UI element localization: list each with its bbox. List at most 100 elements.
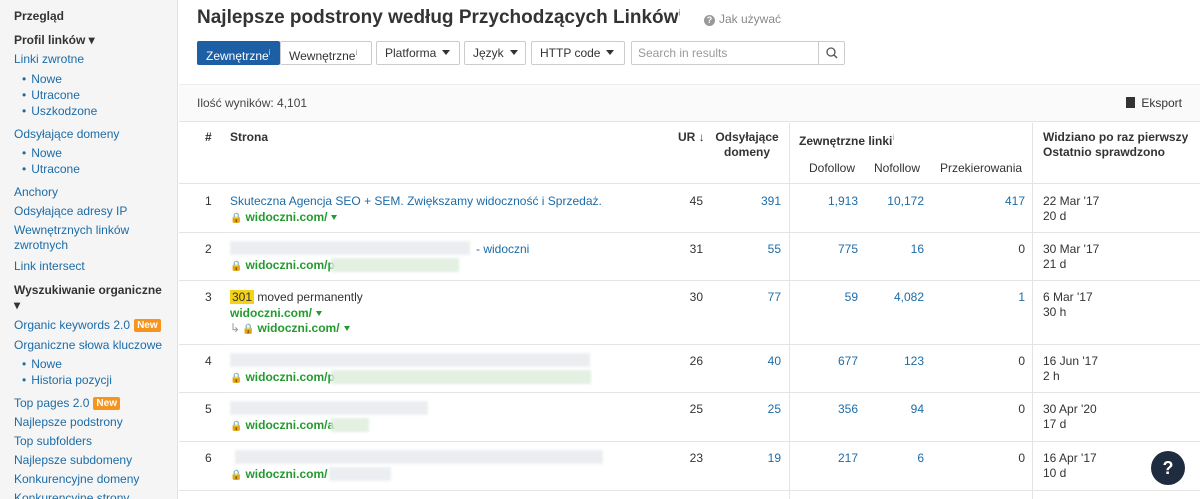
col-header-nofollow[interactable]: Nofollow bbox=[874, 161, 920, 175]
sidebar-item-label: Organic keywords 2.0 bbox=[14, 318, 131, 332]
last-checked: 21 d bbox=[1043, 257, 1067, 271]
page-url-link[interactable]: 🔒 widoczni.com/ bbox=[230, 210, 338, 226]
sidebar-item-overview[interactable]: Przegląd bbox=[14, 9, 64, 24]
redacted-url bbox=[331, 370, 591, 384]
dofollow-link[interactable]: 677 bbox=[799, 354, 858, 369]
caret-down-icon bbox=[442, 50, 451, 55]
page-title-link[interactable]: Skuteczna Agencja SEO + SEM. Zwiększamy … bbox=[230, 194, 602, 209]
dofollow-link[interactable]: 1,913 bbox=[799, 194, 858, 209]
page-url-text: widoczni.com/p bbox=[245, 258, 335, 272]
filter-internal-button[interactable]: Wewnętrznei bbox=[280, 41, 372, 65]
sidebar-item-label: Top pages 2.0 bbox=[14, 396, 90, 410]
filter-http-code-label: HTTP code bbox=[540, 46, 601, 60]
nofollow-link[interactable]: 94 bbox=[863, 402, 924, 417]
filter-http-code-dropdown[interactable]: HTTP code bbox=[531, 41, 625, 65]
col-header-ref-domains-line2: domeny bbox=[723, 145, 770, 159]
filter-platform-dropdown[interactable]: Platforma bbox=[376, 41, 460, 65]
ref-domains-link[interactable]: 40 bbox=[719, 354, 781, 369]
col-header-external-links-label: Zewnętrzne linki bbox=[799, 134, 893, 148]
help-chat-button[interactable]: ? bbox=[1151, 451, 1185, 485]
sidebar-item-organic-new[interactable]: Nowe bbox=[22, 357, 62, 372]
dofollow-link[interactable]: 356 bbox=[799, 402, 858, 417]
sidebar-item-top-pages[interactable]: Najlepsze podstrony bbox=[14, 415, 123, 430]
page-url-link[interactable]: 🔒 widoczni.com/a bbox=[230, 418, 334, 434]
col-header-ref-domains-line1: Odsyłające bbox=[715, 130, 779, 144]
redirect-target-link[interactable]: ↳ 🔒 widoczni.com/ bbox=[230, 321, 350, 337]
nofollow-link[interactable]: 10,172 bbox=[863, 194, 924, 209]
sidebar-item-backlinks[interactable]: Linki zwrotne bbox=[14, 52, 84, 67]
sidebar-item-organic-keywords[interactable]: Organiczne słowa kluczowe bbox=[14, 338, 162, 353]
ref-domains-link[interactable]: 77 bbox=[719, 290, 781, 305]
redirects-link[interactable]: 417 bbox=[939, 194, 1025, 209]
ref-domains-link[interactable]: 391 bbox=[719, 194, 781, 209]
how-to-use-link[interactable]: ? Jak używać bbox=[704, 12, 781, 26]
row-divider bbox=[179, 232, 1200, 233]
dofollow-link[interactable]: 59 bbox=[799, 290, 858, 305]
sidebar-item-ref-ips[interactable]: Odsyłające adresy IP bbox=[14, 204, 127, 219]
lock-icon: 🔒 bbox=[230, 213, 243, 224]
redacted-title bbox=[230, 353, 590, 367]
col-header-redirects[interactable]: Przekierowania bbox=[940, 161, 1022, 175]
info-icon: i bbox=[268, 48, 271, 57]
redirects-link[interactable]: 1 bbox=[939, 290, 1025, 305]
results-bar: Ilość wyników: 4,101 Eksport bbox=[179, 84, 1200, 122]
sidebar-item-ref-domains-new[interactable]: Nowe bbox=[22, 146, 62, 161]
col-header-ref-domains[interactable]: Odsyłające domeny bbox=[713, 130, 781, 160]
nofollow-link[interactable]: 123 bbox=[863, 354, 924, 369]
page-url-link[interactable]: 🔒 widoczni.com/p bbox=[230, 370, 335, 386]
nofollow-link[interactable]: 4,082 bbox=[863, 290, 924, 305]
sidebar-item-backlinks-lost[interactable]: Utracone bbox=[22, 88, 80, 103]
sidebar-section-backlink-profile[interactable]: Profil linków ▾ bbox=[14, 33, 95, 48]
sidebar-item-backlinks-broken[interactable]: Uszkodzone bbox=[22, 104, 97, 119]
sidebar-section-organic-search[interactable]: Wyszukiwanie organiczne ▾ bbox=[14, 283, 162, 313]
dofollow-link[interactable]: 775 bbox=[799, 242, 858, 257]
sidebar-item-top-subfolders[interactable]: Top subfolders bbox=[14, 434, 92, 449]
filter-external-button[interactable]: Zewnętrznei bbox=[197, 41, 280, 65]
nofollow-link[interactable]: 6 bbox=[863, 451, 924, 466]
ref-domains-link[interactable]: 25 bbox=[719, 402, 781, 417]
sidebar-item-backlinks-new[interactable]: Nowe bbox=[22, 72, 62, 87]
page-url-text: widoczni.com/ bbox=[245, 467, 328, 481]
sidebar-item-ref-domains[interactable]: Odsyłające domeny bbox=[14, 127, 119, 142]
sidebar-item-competing-pages[interactable]: Konkurencyjne strony bbox=[14, 491, 129, 499]
ref-domains-link[interactable]: 55 bbox=[719, 242, 781, 257]
sidebar-item-organic-keywords-20[interactable]: Organic keywords 2.0 New bbox=[14, 318, 161, 333]
nofollow-link[interactable]: 16 bbox=[863, 242, 924, 257]
sidebar-item-competing-domains[interactable]: Konkurencyjne domeny bbox=[14, 472, 139, 487]
page-url-link[interactable]: widoczni.com/ bbox=[230, 306, 323, 321]
sidebar-item-link-intersect[interactable]: Link intersect bbox=[14, 259, 85, 274]
sidebar-item-top-subdomains[interactable]: Najlepsze subdomeny bbox=[14, 453, 132, 468]
col-header-first-seen[interactable]: Widziano po raz pierwszy Ostatnio sprawdz… bbox=[1043, 130, 1188, 160]
sidebar-item-internal-backlinks[interactable]: Wewnętrznych linków zwrotnych bbox=[14, 223, 129, 253]
sidebar-item-top-pages-20[interactable]: Top pages 2.0 New bbox=[14, 396, 120, 411]
sidebar-item-anchors[interactable]: Anchory bbox=[14, 185, 58, 200]
filter-external-label: Zewnętrzne bbox=[206, 49, 269, 63]
sidebar-item-ref-domains-lost[interactable]: Utracone bbox=[22, 162, 80, 177]
page-title-link[interactable]: - widoczni bbox=[476, 242, 529, 257]
row-divider bbox=[179, 344, 1200, 345]
export-icon bbox=[1126, 97, 1136, 108]
col-header-ur[interactable]: UR ↓ bbox=[678, 130, 705, 145]
page-url-link[interactable]: 🔒 widoczni.com/p bbox=[230, 258, 335, 274]
lock-icon: 🔒 bbox=[230, 373, 243, 384]
ref-domains-link[interactable]: 19 bbox=[719, 451, 781, 466]
search-button[interactable] bbox=[818, 42, 844, 64]
page-title-text: Najlepsze podstrony według Przychodzącyc… bbox=[197, 7, 679, 28]
redirects-value: 0 bbox=[1018, 242, 1025, 256]
search-input[interactable] bbox=[632, 42, 818, 64]
sidebar-item-position-history[interactable]: Historia pozycji bbox=[22, 373, 112, 388]
first-seen: 30 Mar '17 bbox=[1043, 242, 1100, 256]
col-header-page[interactable]: Strona bbox=[230, 130, 268, 145]
page-url-link[interactable]: 🔒 widoczni.com/ bbox=[230, 467, 327, 483]
app: Przegląd Profil linków ▾ Linki zwrotne N… bbox=[0, 0, 1200, 499]
col-header-external-links: Zewnętrzne linkii bbox=[799, 130, 894, 149]
col-header-dofollow[interactable]: Dofollow bbox=[809, 161, 855, 175]
ur-value: 25 bbox=[689, 402, 703, 416]
chevron-down-icon: ▾ bbox=[14, 298, 21, 312]
col-header-first-seen-line2: Ostatnio sprawdzono bbox=[1043, 145, 1166, 159]
ur-value: 26 bbox=[689, 354, 703, 368]
dofollow-link[interactable]: 217 bbox=[799, 451, 858, 466]
export-button[interactable]: Eksport bbox=[1126, 96, 1182, 110]
info-icon: i bbox=[678, 7, 681, 18]
filter-language-dropdown[interactable]: Język bbox=[464, 41, 526, 65]
